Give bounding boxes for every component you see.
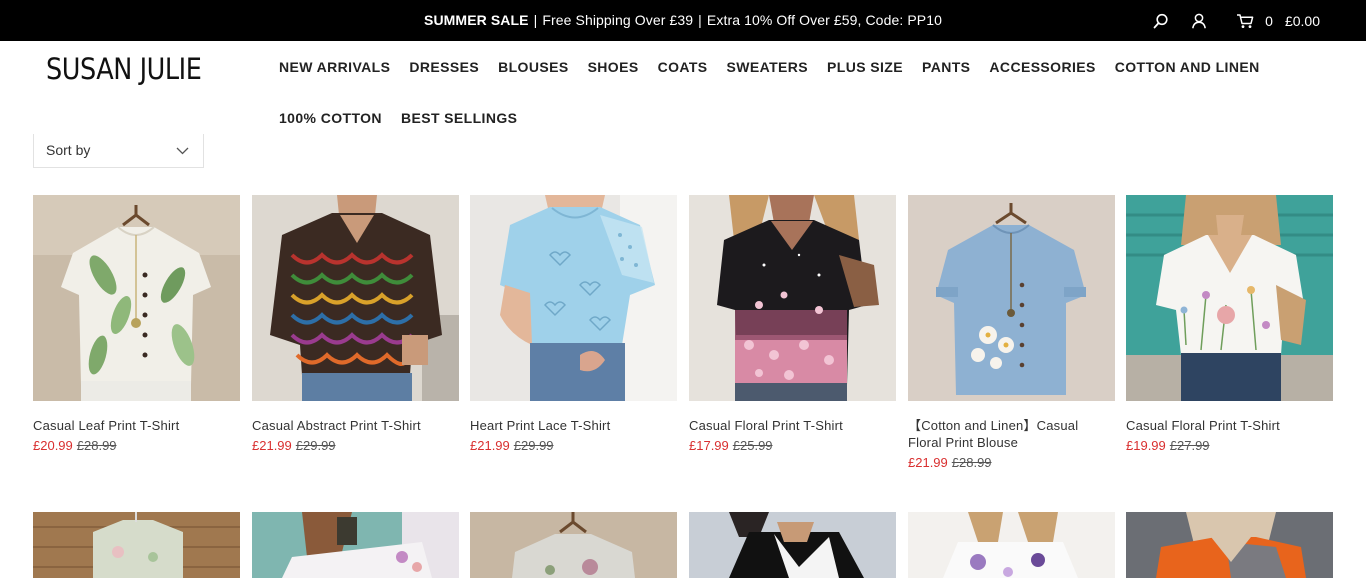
- nav-sweaters[interactable]: SWEATERS: [727, 59, 809, 75]
- product-card[interactable]: Heart Print Lace T-Shirt £21.99 £29.99: [470, 195, 677, 454]
- separator: |: [533, 12, 538, 28]
- product-card[interactable]: 【Cotton and Linen】Casual Floral Print Bl…: [908, 195, 1115, 471]
- product-price: £21.99 £29.99: [252, 437, 459, 454]
- product-price: £21.99 £28.99: [908, 454, 1115, 471]
- product-name[interactable]: Heart Print Lace T-Shirt: [470, 417, 677, 434]
- nav-100-cotton[interactable]: 100% COTTON: [279, 110, 382, 126]
- product-card[interactable]: Casual Abstract Print T-Shirt £21.99 £29.…: [252, 195, 459, 454]
- nav-plus-size[interactable]: PLUS SIZE: [827, 59, 903, 75]
- main-nav: NEW ARRIVALS DRESSES BLOUSES SHOES COATS…: [279, 46, 1279, 138]
- product-name[interactable]: Casual Leaf Print T-Shirt: [33, 417, 240, 434]
- sort-label: Sort by: [46, 141, 91, 158]
- nav-coats[interactable]: COATS: [658, 59, 708, 75]
- nav-blouses[interactable]: BLOUSES: [498, 59, 568, 75]
- nav-pants[interactable]: PANTS: [922, 59, 970, 75]
- nav-row-2: 100% COTTON BEST SELLINGS: [279, 97, 1279, 138]
- account-button[interactable]: [1187, 0, 1211, 41]
- product-image[interactable]: [33, 195, 240, 401]
- sale-label: SUMMER SALE: [424, 12, 529, 28]
- product-card[interactable]: Casual Leaf Print T-Shirt £20.99 £28.99: [33, 195, 240, 454]
- sale-price: £21.99: [470, 438, 510, 453]
- product-image[interactable]: [689, 512, 896, 578]
- product-price: £17.99 £25.99: [689, 437, 896, 454]
- product-image[interactable]: [1126, 512, 1333, 578]
- product-image[interactable]: [908, 195, 1115, 401]
- cart-icon: [1237, 13, 1254, 28]
- product-name[interactable]: Casual Abstract Print T-Shirt: [252, 417, 459, 434]
- product-card[interactable]: [470, 512, 677, 578]
- cart-button[interactable]: [1233, 0, 1257, 41]
- sort-dropdown[interactable]: Sort by: [33, 134, 204, 168]
- original-price: £28.99: [951, 455, 992, 470]
- product-price: £21.99 £29.99: [470, 437, 677, 454]
- product-price: £19.99 £27.99: [1126, 437, 1333, 454]
- product-card[interactable]: [33, 512, 240, 578]
- original-price: £27.99: [1169, 438, 1210, 453]
- product-name[interactable]: Casual Floral Print T-Shirt: [689, 417, 896, 434]
- product-card[interactable]: [689, 512, 896, 578]
- separator: |: [698, 12, 702, 28]
- nav-accessories[interactable]: ACCESSORIES: [989, 59, 1095, 75]
- product-image[interactable]: [33, 512, 240, 578]
- announcement-bar: SUMMER SALE | Free Shipping Over £39 | Extra…: [0, 0, 1366, 41]
- sale-price: £20.99: [33, 438, 73, 453]
- original-price: £25.99: [732, 438, 773, 453]
- product-name[interactable]: 【Cotton and Linen】Casual Floral Print Bl…: [908, 417, 1115, 451]
- product-image[interactable]: [689, 195, 896, 401]
- nav-shoes[interactable]: SHOES: [588, 59, 639, 75]
- product-card[interactable]: [1126, 512, 1333, 578]
- product-image[interactable]: [470, 195, 677, 401]
- product-image[interactable]: [470, 512, 677, 578]
- product-image[interactable]: [252, 512, 459, 578]
- sale-price: £19.99: [1126, 438, 1166, 453]
- chevron-down-icon: [176, 147, 189, 154]
- sale-price: £21.99: [252, 438, 292, 453]
- sale-price: £21.99: [908, 455, 948, 470]
- product-image[interactable]: [1126, 195, 1333, 401]
- product-card[interactable]: [908, 512, 1115, 578]
- product-card[interactable]: Casual Floral Print T-Shirt £17.99 £25.99: [689, 195, 896, 454]
- original-price: £29.99: [513, 438, 554, 453]
- utility-nav: 0 £0.00: [1149, 0, 1320, 41]
- search-button[interactable]: [1149, 0, 1173, 41]
- product-image[interactable]: [252, 195, 459, 401]
- sale-price: £17.99: [689, 438, 729, 453]
- original-price: £29.99: [295, 438, 336, 453]
- promo-text: Extra 10% Off Over £59, Code: PP10: [706, 12, 942, 28]
- original-price: £28.99: [76, 438, 117, 453]
- cart-total[interactable]: £0.00: [1285, 13, 1320, 29]
- nav-new-arrivals[interactable]: NEW ARRIVALS: [279, 59, 390, 75]
- nav-dresses[interactable]: DRESSES: [409, 59, 479, 75]
- nav-cotton-and-linen[interactable]: COTTON AND LINEN: [1115, 59, 1260, 75]
- product-image[interactable]: [908, 512, 1115, 578]
- product-price: £20.99 £28.99: [33, 437, 240, 454]
- search-icon: [1153, 13, 1168, 28]
- shipping-text: Free Shipping Over £39: [542, 12, 694, 28]
- nav-row-1: NEW ARRIVALS DRESSES BLOUSES SHOES COATS…: [279, 46, 1279, 87]
- product-card[interactable]: Casual Floral Print T-Shirt £19.99 £27.99: [1126, 195, 1333, 454]
- user-icon: [1192, 13, 1207, 28]
- cart-count[interactable]: 0: [1265, 13, 1273, 29]
- nav-best-sellings[interactable]: BEST SELLINGS: [401, 110, 517, 126]
- product-card[interactable]: [252, 512, 459, 578]
- product-name[interactable]: Casual Floral Print T-Shirt: [1126, 417, 1333, 434]
- brand-logo[interactable]: SUSAN JULIE: [46, 49, 202, 89]
